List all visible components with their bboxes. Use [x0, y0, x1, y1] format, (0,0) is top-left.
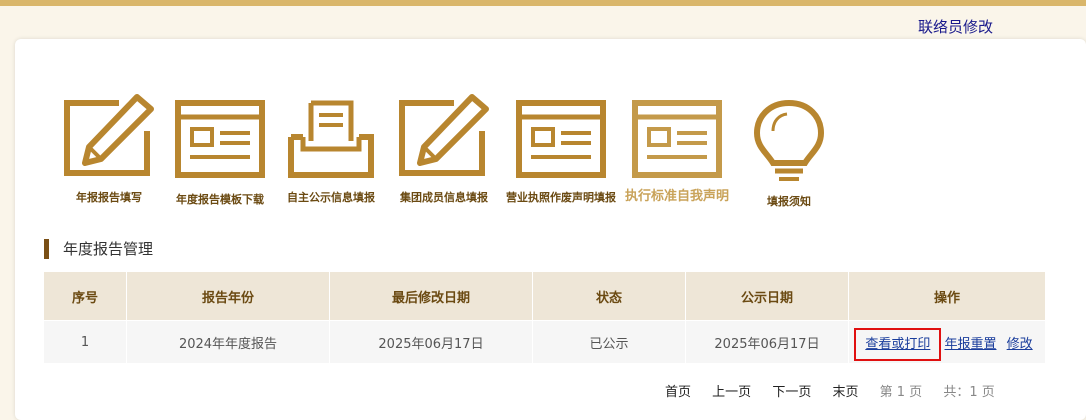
reset-report-link[interactable]: 年报重置 [944, 337, 996, 352]
template-icon [632, 100, 722, 178]
template-icon [175, 100, 265, 178]
section-title: 年度报告管理 [44, 239, 153, 259]
total-pages: 共：1 页 [943, 385, 995, 400]
main-card: 年报报告填写 年度报告模板下载 自主公示信息填报 集团成员信息填报 营业执照作废… [15, 39, 1086, 420]
last-page-link[interactable]: 末页 [832, 385, 858, 400]
prev-page-link[interactable]: 上一页 [712, 385, 751, 400]
liaison-edit-link[interactable]: 联络员修改 [918, 16, 993, 37]
edit-icon [399, 94, 489, 176]
shortcut-instructions[interactable]: 填报须知 [729, 93, 849, 213]
cell-modified: 2025年06月17日 [329, 320, 533, 363]
cell-published: 2025年06月17日 [685, 320, 849, 363]
template-icon [516, 100, 606, 178]
shortcut-label: 填报须知 [767, 195, 811, 208]
first-page-link[interactable]: 首页 [665, 385, 691, 400]
next-page-link[interactable]: 下一页 [772, 385, 811, 400]
table-header-row: 序号 报告年份 最后修改日期 状态 公示日期 操作 [44, 272, 1045, 321]
edit-icon [64, 94, 154, 176]
edit-link[interactable]: 修改 [1007, 337, 1033, 352]
col-header-actions: 操作 [848, 272, 1045, 321]
view-print-link[interactable]: 查看或打印 [854, 327, 942, 361]
report-table: 序号 报告年份 最后修改日期 状态 公示日期 操作 1 2024年年度报告 20… [44, 272, 1045, 363]
cell-status: 已公示 [532, 320, 686, 363]
col-header-published: 公示日期 [685, 272, 849, 321]
col-header-year: 报告年份 [126, 272, 330, 321]
current-page: 第 1 页 [879, 385, 923, 400]
cell-year: 2024年年度报告 [126, 320, 330, 363]
col-header-status: 状态 [532, 272, 686, 321]
col-header-index: 序号 [44, 272, 127, 321]
pagination: 首页 上一页 下一页 末页 第 1 页 共：1 页 [665, 381, 1012, 400]
cell-actions: 查看或打印 年报重置 修改 [848, 320, 1045, 363]
table-row: 1 2024年年度报告 2025年06月17日 已公示 2025年06月17日 … [44, 320, 1045, 363]
lightbulb-icon [753, 99, 825, 181]
shortcut-bar: 年报报告填写 年度报告模板下载 自主公示信息填报 集团成员信息填报 营业执照作废… [55, 93, 875, 213]
inbox-icon [288, 100, 374, 178]
col-header-modified: 最后修改日期 [329, 272, 533, 321]
top-accent-bar [0, 0, 1086, 6]
cell-index: 1 [44, 320, 127, 363]
